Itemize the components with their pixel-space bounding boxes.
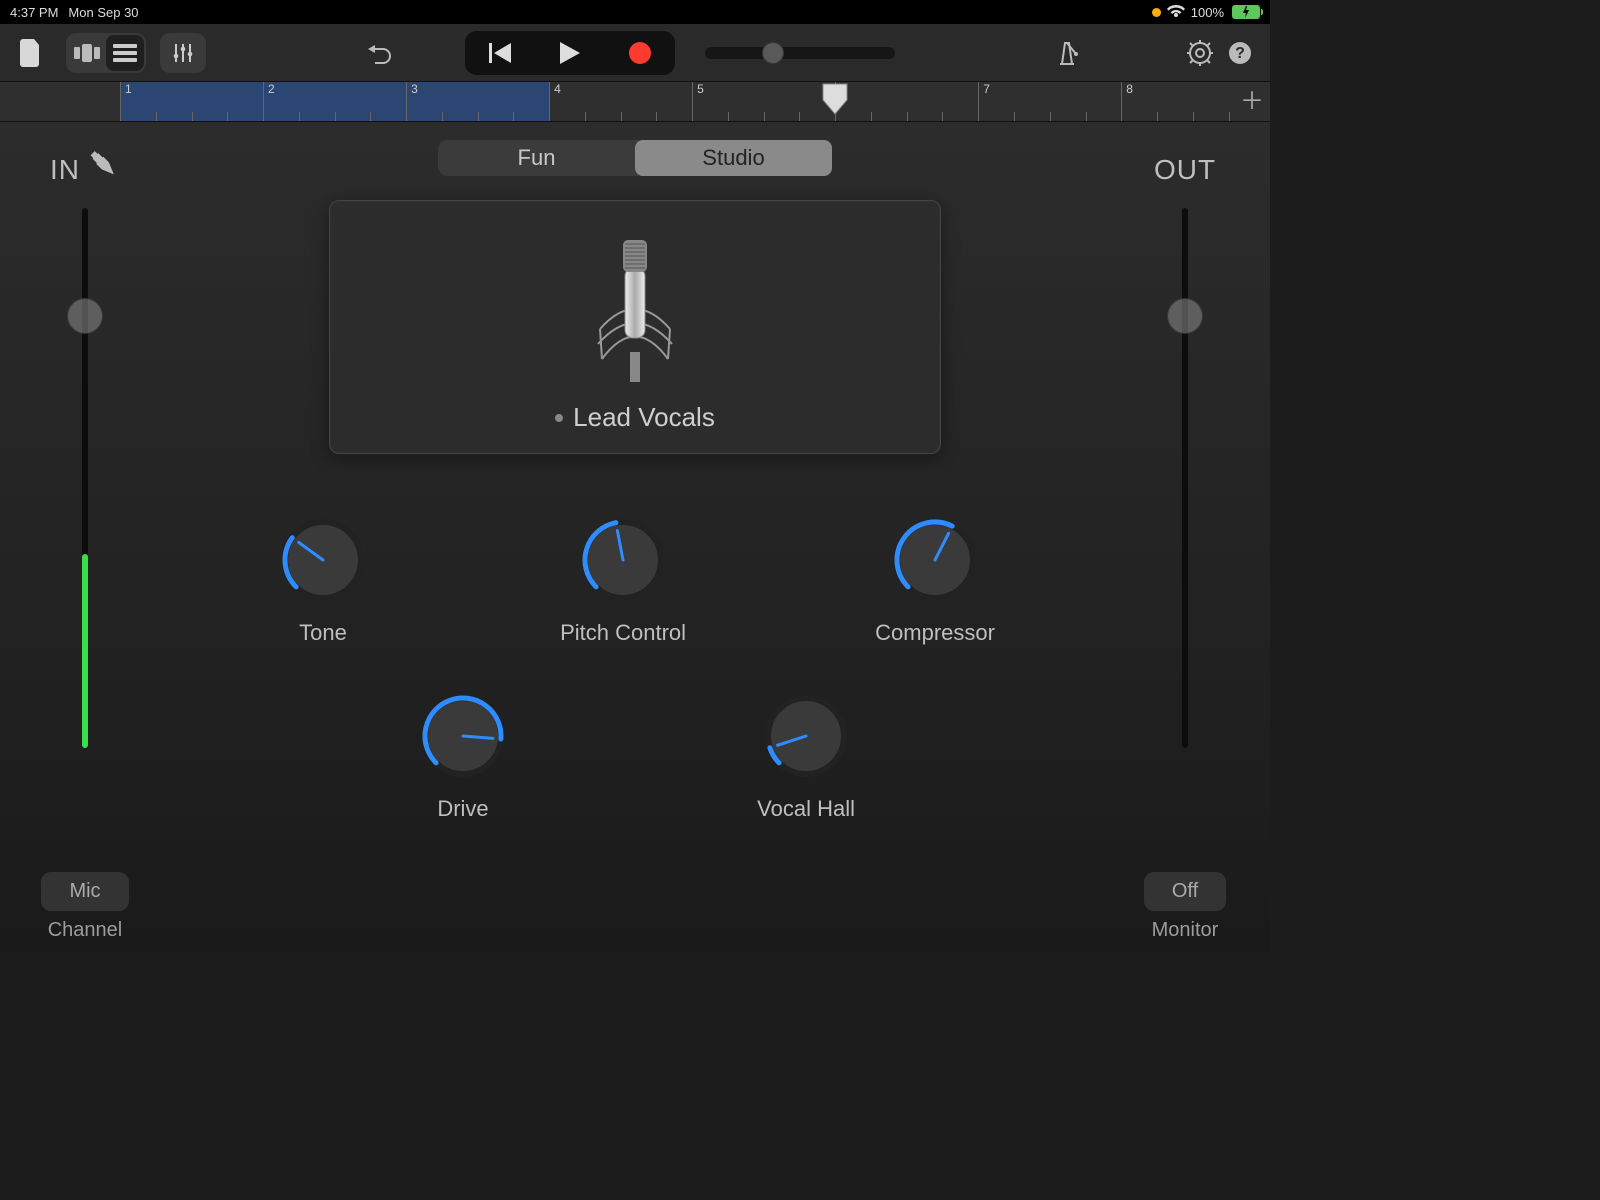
knob-compressor[interactable]: Compressor	[875, 512, 995, 646]
monitor-button[interactable]: Off	[1144, 872, 1226, 911]
battery-percent: 100%	[1191, 5, 1224, 20]
timeline-ruler[interactable]: 12345678 ＋	[0, 82, 1270, 122]
settings-button[interactable]	[1180, 33, 1220, 73]
input-column: IN Mic Channel	[0, 132, 170, 942]
instrument-view: IN Mic Channel OUT Off Monitor Fun Studi…	[0, 122, 1270, 952]
transport-controls	[465, 31, 675, 75]
record-button[interactable]	[605, 31, 675, 75]
ruler-bar: 3	[406, 82, 418, 121]
mode-segmented-control[interactable]: Fun Studio	[438, 140, 832, 176]
preset-name: Lead Vocals	[573, 402, 715, 433]
view-toggle	[66, 33, 146, 73]
play-button[interactable]	[535, 31, 605, 75]
browser-view-button[interactable]	[68, 35, 106, 71]
knob-label: Tone	[299, 620, 347, 646]
input-level-slider[interactable]	[82, 208, 88, 748]
out-label: OUT	[1154, 154, 1216, 186]
knob-drive[interactable]: Drive	[415, 688, 511, 822]
in-label: IN	[50, 154, 80, 186]
master-volume-slider[interactable]	[705, 47, 895, 59]
knob-label: Compressor	[875, 620, 995, 646]
my-songs-button[interactable]	[10, 33, 52, 73]
knob-pitch-control[interactable]: Pitch Control	[560, 512, 686, 646]
ruler-bar: 8	[1121, 82, 1133, 121]
help-button[interactable]: ?	[1220, 33, 1260, 73]
recording-indicator-icon	[1152, 8, 1161, 17]
undo-button[interactable]	[355, 33, 405, 73]
output-level-slider[interactable]	[1182, 208, 1188, 748]
battery-icon	[1230, 5, 1260, 19]
knob-label: Pitch Control	[560, 620, 686, 646]
knob-vocal-hall[interactable]: Vocal Hall	[757, 688, 855, 822]
add-section-button[interactable]: ＋	[1240, 90, 1264, 114]
channel-button[interactable]: Mic	[41, 872, 128, 911]
fx-button[interactable]	[162, 35, 204, 71]
ruler-bar: 5	[692, 82, 704, 121]
go-to-start-button[interactable]	[465, 31, 535, 75]
record-icon	[629, 42, 651, 64]
ruler-bar: 4	[549, 82, 561, 121]
ruler-bar: 1	[120, 82, 132, 121]
fx-button-group	[160, 33, 206, 73]
status-time: 4:37 PM	[10, 5, 58, 20]
channel-label: Channel	[48, 919, 123, 942]
svg-text:?: ?	[1235, 45, 1245, 62]
preset-bullet-icon	[555, 414, 563, 422]
status-date: Mon Sep 30	[68, 5, 138, 20]
seg-studio[interactable]: Studio	[635, 140, 832, 176]
knob-tone[interactable]: Tone	[275, 512, 371, 646]
seg-fun[interactable]: Fun	[438, 140, 635, 176]
monitor-label: Monitor	[1152, 919, 1219, 942]
microphone-icon	[580, 234, 690, 384]
app-toolbar: ?	[0, 24, 1270, 82]
output-column: OUT Off Monitor	[1100, 132, 1270, 942]
ruler-bar: 2	[263, 82, 275, 121]
input-jack-icon	[82, 142, 128, 188]
knob-label: Drive	[437, 796, 488, 822]
wifi-icon	[1167, 5, 1185, 19]
preset-panel[interactable]: Lead Vocals	[329, 200, 941, 454]
tracks-view-button[interactable]	[106, 35, 144, 71]
metronome-button[interactable]	[1044, 33, 1090, 73]
status-bar: 4:37 PM Mon Sep 30 100%	[0, 0, 1270, 24]
knob-label: Vocal Hall	[757, 796, 855, 822]
ruler-bar: 7	[978, 82, 990, 121]
